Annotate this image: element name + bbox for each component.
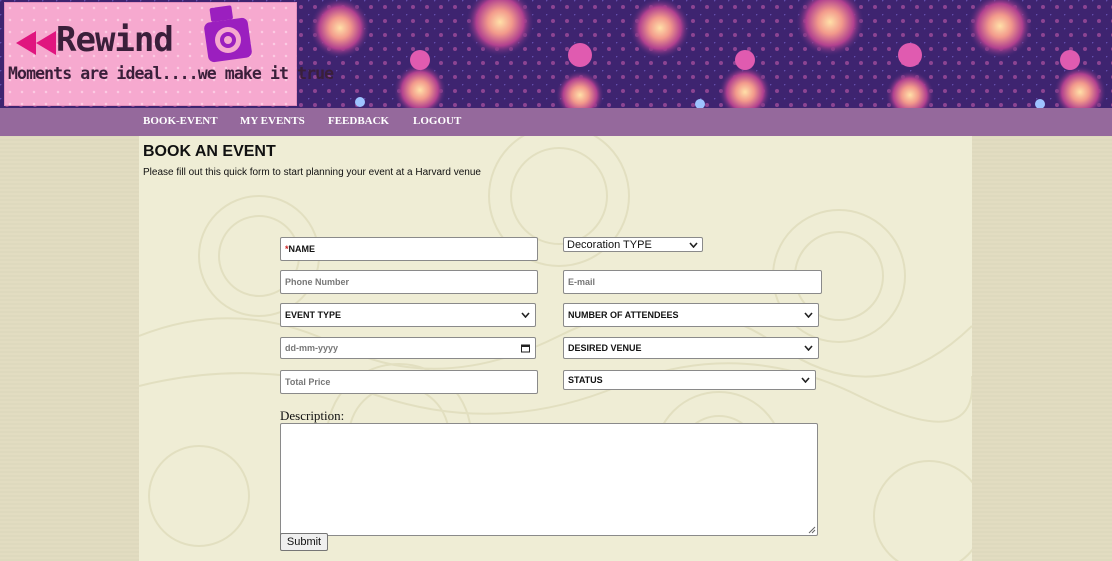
nav-bar: BOOK-EVENT MY EVENTS FEEDBACK LOGOUT [0,108,1112,136]
side-panel-left [0,136,139,561]
page-subtitle: Please fill out this quick form to start… [143,167,481,178]
resize-grip-icon[interactable] [808,526,816,534]
venue-value: DESIRED VENUE [568,343,642,353]
nav-item-book-event[interactable]: BOOK-EVENT [143,115,218,127]
date-field[interactable]: dd-mm-yyyy [280,337,536,359]
calendar-icon [521,344,530,353]
status-select[interactable]: STATUS [563,370,816,390]
attendees-value: NUMBER OF ATTENDEES [568,310,679,320]
logo-tagline: Moments are ideal....we make it true [8,64,334,83]
decoration-type-select[interactable]: Decoration TYPE [563,237,703,252]
date-placeholder: dd-mm-yyyy [285,343,339,353]
chevron-down-icon [689,242,698,248]
event-type-select[interactable]: EVENT TYPE [280,303,536,327]
rewind-icon [16,31,56,55]
email-field[interactable]: E-mail [563,270,822,294]
event-type-value: EVENT TYPE [285,310,342,320]
email-placeholder: E-mail [568,277,596,287]
chevron-down-icon [804,345,813,351]
logo[interactable]: Rewind Moments are ideal....we make it t… [4,2,334,106]
name-field-label: NAME [288,244,316,254]
total-price-placeholder: Total Price [285,377,331,387]
nav-item-logout[interactable]: LOGOUT [413,115,461,127]
phone-number-placeholder: Phone Number [285,277,350,287]
description-textarea[interactable] [280,423,818,536]
nav-item-my-events[interactable]: MY EVENTS [240,115,305,127]
status-value: STATUS [568,375,603,385]
chevron-down-icon [801,377,810,383]
decoration-type-value: Decoration TYPE [567,238,652,251]
chevron-down-icon [804,312,813,318]
camera-icon [204,5,252,63]
header-banner: Rewind Moments are ideal....we make it t… [0,0,1112,108]
number-of-attendees-select[interactable]: NUMBER OF ATTENDEES [563,303,819,327]
side-panel-right [972,136,1112,561]
submit-button[interactable]: Submit [280,533,328,551]
description-label: Description: [280,408,345,423]
logo-title: Rewind [56,20,174,60]
name-field[interactable]: * NAME [280,237,538,261]
phone-number-field[interactable]: Phone Number [280,270,538,294]
page-title: BOOK AN EVENT [143,143,276,160]
nav-item-feedback[interactable]: FEEDBACK [328,115,389,127]
chevron-down-icon [521,312,530,318]
total-price-field[interactable]: Total Price [280,370,538,394]
desired-venue-select[interactable]: DESIRED VENUE [563,337,819,359]
